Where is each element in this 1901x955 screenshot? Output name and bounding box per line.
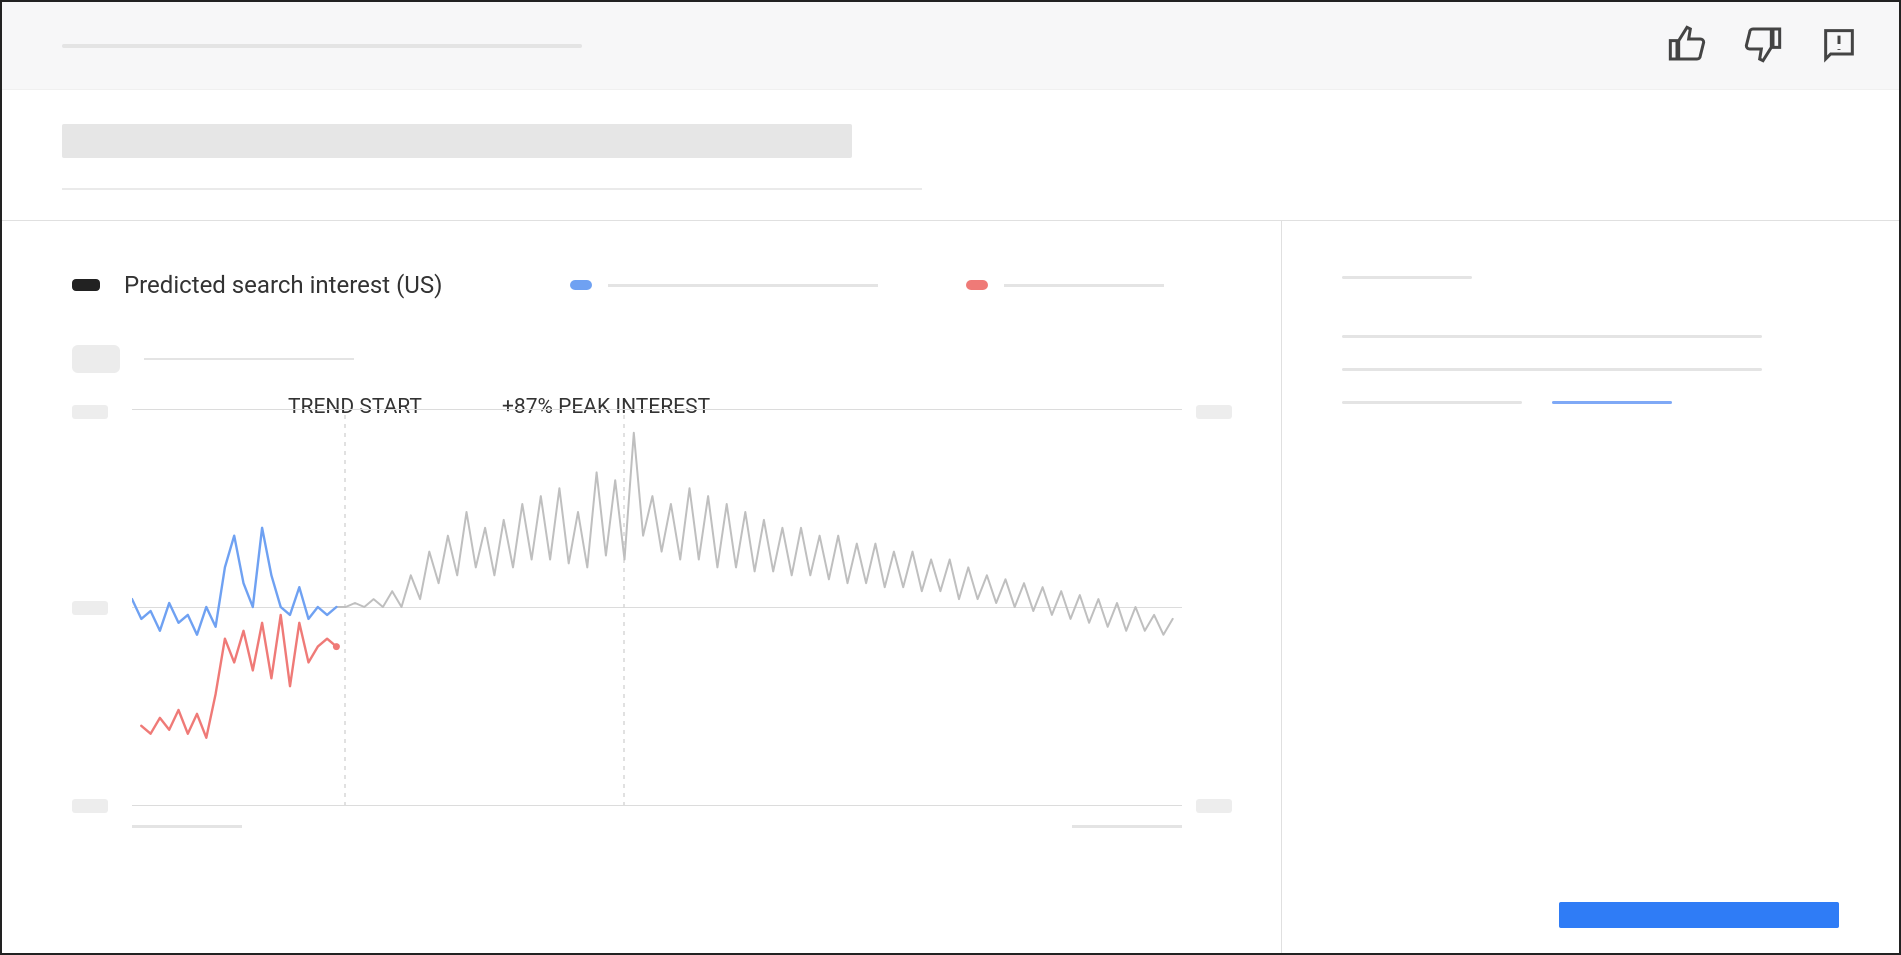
feedback-actions	[1667, 24, 1859, 68]
x-tick-right	[1072, 825, 1182, 828]
y-tick-top-right	[1196, 405, 1232, 419]
side-panel	[1282, 221, 1899, 954]
x-tick-left	[132, 825, 242, 828]
legend-label-blue-placeholder	[608, 284, 878, 287]
chart-panel: Predicted search interest (US) TREND STA…	[2, 221, 1282, 954]
legend-label-red-placeholder	[1004, 284, 1164, 287]
thumbs-up-icon[interactable]	[1667, 24, 1707, 68]
legend-swatch-blue	[570, 280, 592, 290]
side-link-placeholder[interactable]	[1552, 401, 1672, 404]
legend-swatch-red	[966, 280, 988, 290]
header-block	[2, 90, 1899, 221]
side-text-line-3a	[1342, 401, 1522, 404]
chart-legend: Predicted search interest (US)	[72, 271, 1221, 299]
cta-button[interactable]	[1559, 902, 1839, 928]
thumbs-down-icon[interactable]	[1743, 24, 1783, 68]
report-icon[interactable]	[1819, 24, 1859, 68]
y-tick-mid	[72, 601, 108, 615]
subtitle-placeholder	[62, 188, 922, 190]
chart-subheader	[72, 345, 1221, 373]
chart-subheader-placeholder	[144, 358, 354, 360]
y-tick-top	[72, 405, 108, 419]
chart-area: TREND START +87% PEAK INTEREST	[72, 395, 1221, 865]
main-content: Predicted search interest (US) TREND STA…	[2, 221, 1899, 954]
chart-svg	[132, 395, 1182, 815]
page-title-placeholder	[62, 124, 852, 158]
y-tick-bottom-right	[1196, 799, 1232, 813]
legend-label-main: Predicted search interest (US)	[124, 271, 442, 299]
app-frame: Predicted search interest (US) TREND STA…	[0, 0, 1901, 955]
top-bar	[2, 2, 1899, 90]
legend-swatch-main	[72, 279, 100, 291]
breadcrumb-placeholder	[62, 44, 582, 48]
y-tick-bottom	[72, 799, 108, 813]
legend-item-red	[966, 280, 1164, 290]
legend-item-blue	[570, 280, 878, 290]
chart-badge	[72, 345, 120, 373]
